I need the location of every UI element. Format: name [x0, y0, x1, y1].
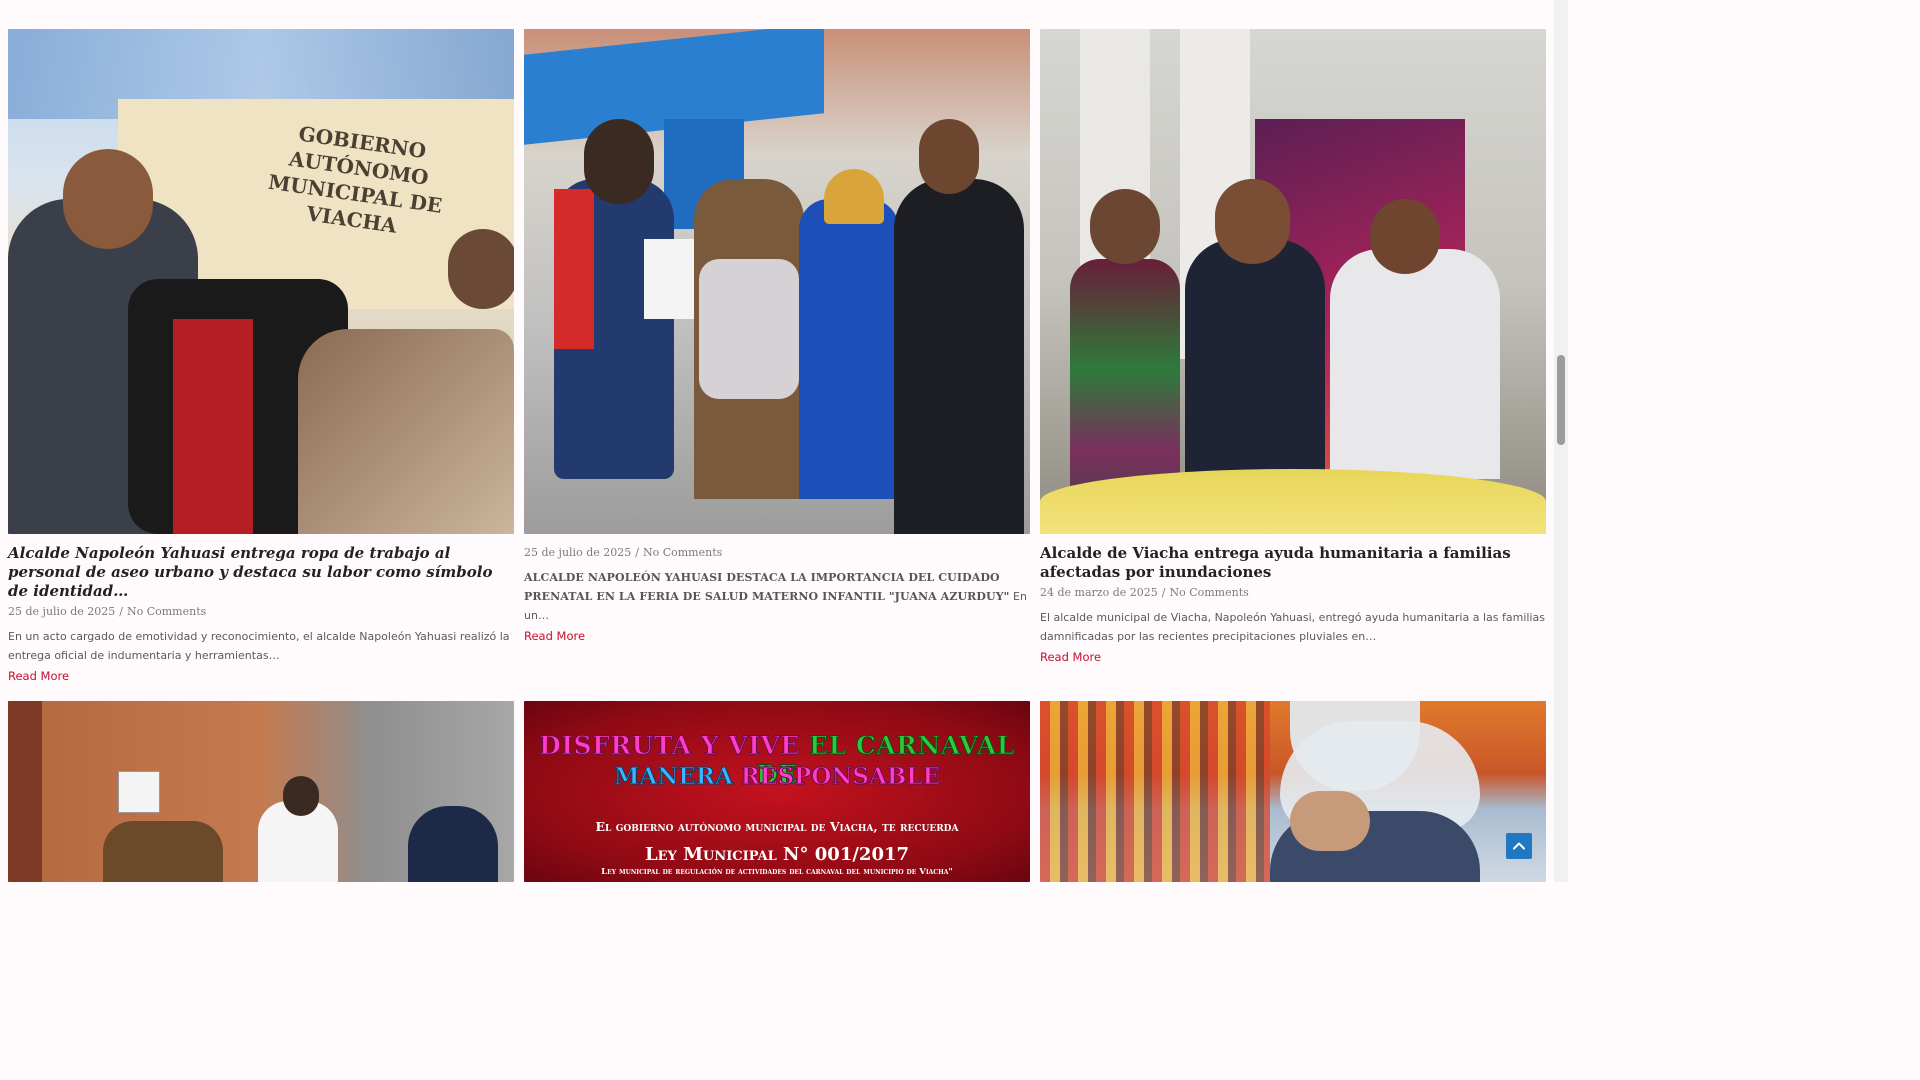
- post-thumbnail[interactable]: GOBIERNO AUTÓNOMO MUNICIPAL DE VIACHA: [8, 29, 514, 534]
- post-excerpt: En un acto cargado de emotividad y recon…: [8, 630, 510, 662]
- post-excerpt: ALCALDE NAPOLEÓN YAHUASI DESTACA LA IMPO…: [524, 571, 1027, 622]
- post-excerpt: El alcalde municipal de Viacha, Napoleón…: [1040, 611, 1545, 643]
- carnaval-banner[interactable]: Disfruta y vive el carnaval de manera re…: [524, 701, 1030, 882]
- post-excerpt-heading: ALCALDE NAPOLEÓN YAHUASI DESTACA LA IMPO…: [524, 571, 1010, 603]
- post-card: [1040, 701, 1546, 882]
- post-date[interactable]: 25 de julio de 2025: [524, 546, 631, 559]
- banner-line2b: responsable: [740, 763, 941, 791]
- banner-line5: Ley municipal de regulación de actividad…: [601, 867, 953, 877]
- post-meta: 25 de julio de 2025/No Comments: [524, 546, 723, 559]
- page-scrollbar[interactable]: [1554, 0, 1568, 882]
- post-comments[interactable]: No Comments: [643, 546, 722, 559]
- scroll-to-top-button[interactable]: [1506, 833, 1532, 859]
- post-thumbnail[interactable]: [524, 29, 1030, 534]
- post-card: Disfruta y vive el carnaval de manera re…: [524, 701, 1030, 882]
- post-meta: 25 de julio de 2025/No Comments: [8, 605, 207, 618]
- post-thumbnail[interactable]: [1040, 701, 1546, 882]
- post-comments[interactable]: No Comments: [1169, 586, 1248, 599]
- post-card: 25 de julio de 2025/No Comments ALCALDE …: [524, 29, 1030, 645]
- post-card: GOBIERNO AUTÓNOMO MUNICIPAL DE VIACHA Al…: [8, 29, 514, 685]
- post-title[interactable]: Alcalde de Viacha entrega ayuda humanita…: [1040, 544, 1546, 582]
- post-card: [8, 701, 514, 882]
- post-meta: 24 de marzo de 2025/No Comments: [1040, 586, 1249, 599]
- banner-line1a: Disfruta y vive: [539, 731, 810, 761]
- blog-page: GOBIERNO AUTÓNOMO MUNICIPAL DE VIACHA Al…: [0, 0, 1568, 882]
- post-thumbnail[interactable]: [1040, 29, 1546, 534]
- post-title[interactable]: Alcalde Napoleón Yahuasi entrega ropa de…: [8, 544, 514, 601]
- post-date[interactable]: 25 de julio de 2025: [8, 605, 115, 618]
- post-thumbnail[interactable]: [8, 701, 514, 882]
- banner-line4: Ley Municipal N° 001/2017: [644, 844, 910, 865]
- banner-line3: El gobierno autónomo municipal de Viacha…: [595, 819, 959, 834]
- read-more-link[interactable]: Read More: [8, 667, 69, 685]
- post-date[interactable]: 24 de marzo de 2025: [1040, 586, 1158, 599]
- banner-line2a: manera: [613, 763, 741, 791]
- post-card: Alcalde de Viacha entrega ayuda humanita…: [1040, 29, 1546, 666]
- post-comments[interactable]: No Comments: [127, 605, 206, 618]
- read-more-link[interactable]: Read More: [524, 627, 585, 645]
- chevron-up-icon: [1513, 842, 1525, 850]
- read-more-link[interactable]: Read More: [1040, 648, 1101, 666]
- scrollbar-thumb[interactable]: [1557, 355, 1565, 445]
